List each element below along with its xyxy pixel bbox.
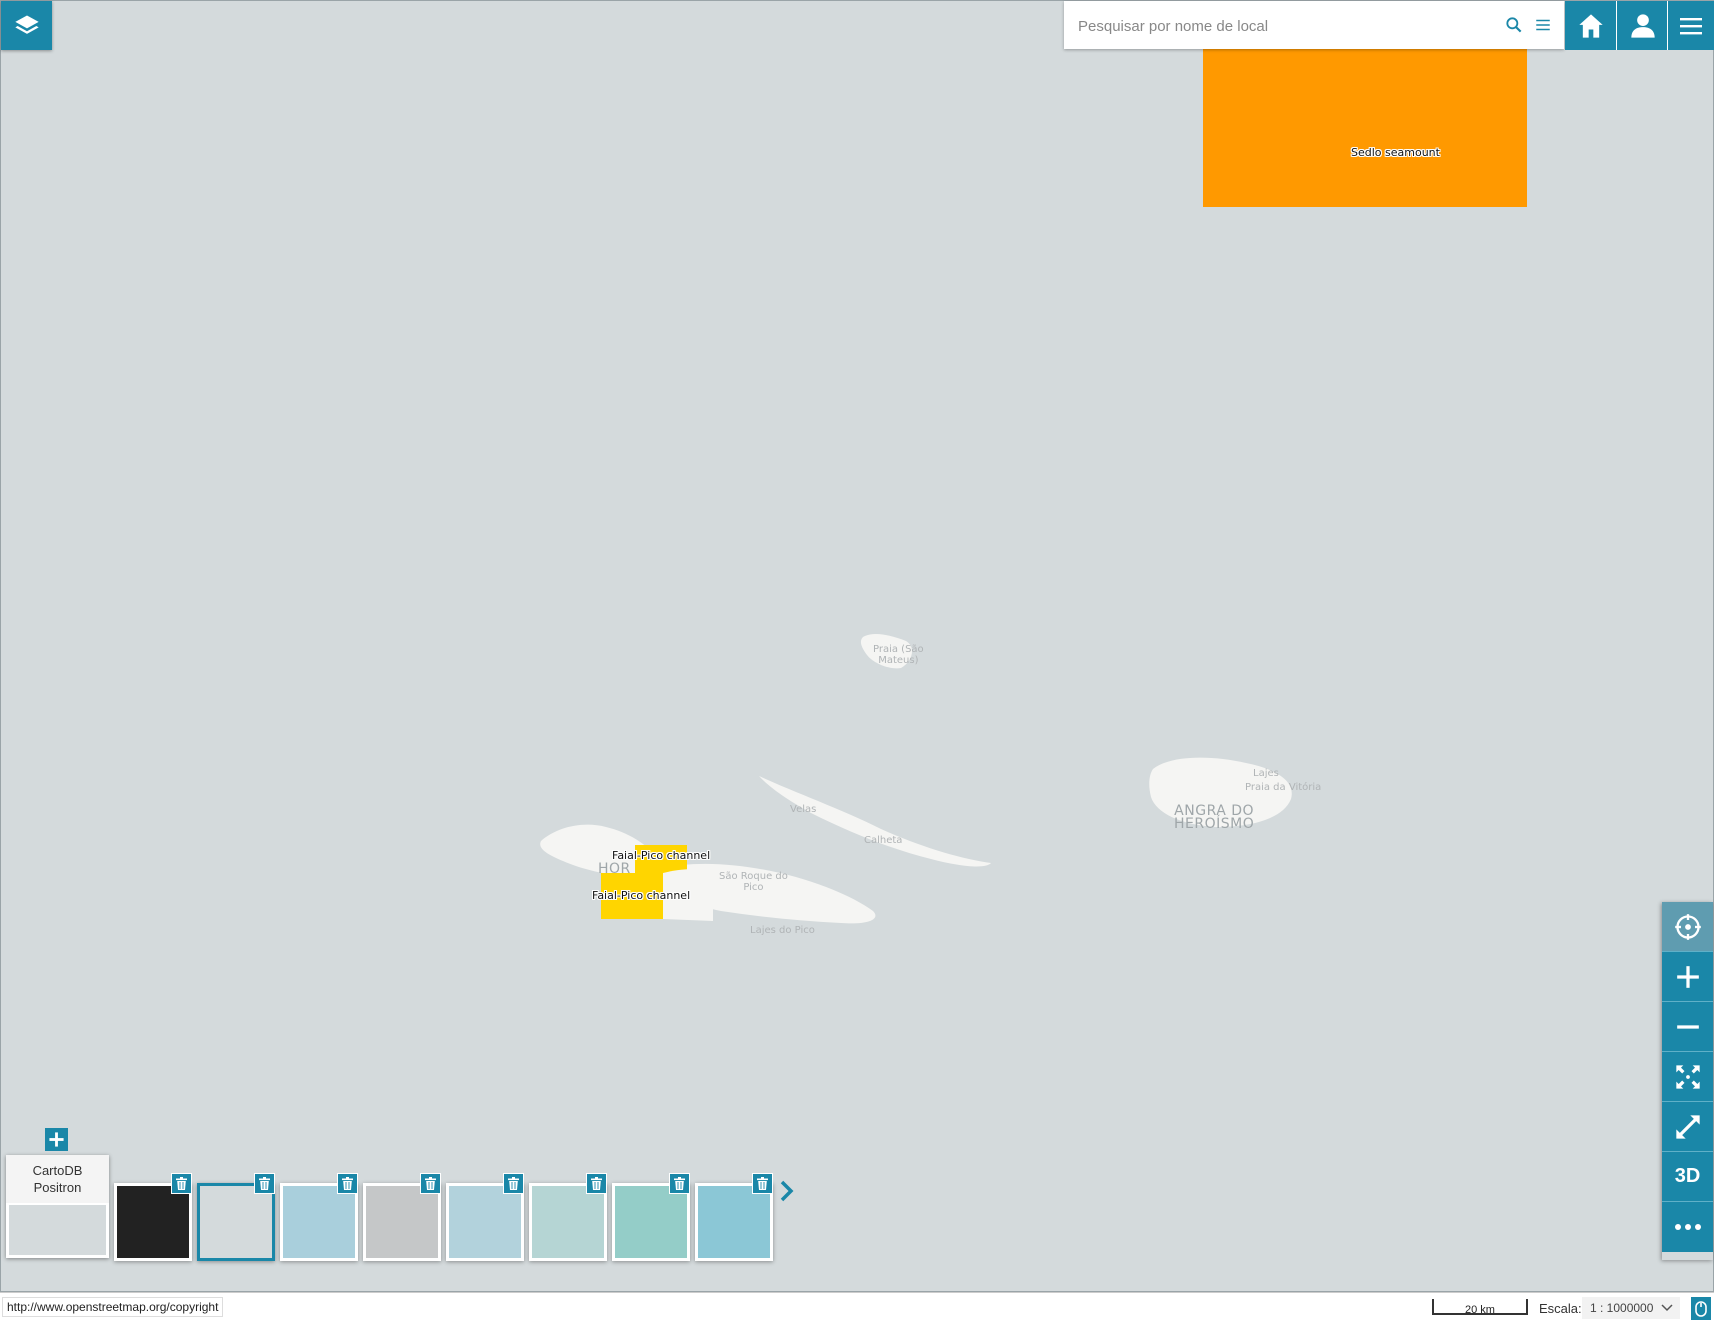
attribution-link[interactable]: http://www.openstreetmap.org/copyright [2, 1297, 224, 1317]
layers-button[interactable] [1, 1, 52, 50]
delete-background-button[interactable] [420, 1173, 441, 1194]
delete-background-button[interactable] [503, 1173, 524, 1194]
background-thumbnail[interactable] [197, 1183, 275, 1261]
scale-bar: 20 km [1432, 1299, 1528, 1316]
scale-select[interactable]: 1 : 1000000 [1582, 1297, 1680, 1319]
plus-icon [49, 1132, 64, 1147]
3d-label: 3D [1674, 1165, 1701, 1187]
trash-icon [425, 1177, 436, 1190]
search-input[interactable] [1076, 13, 1480, 39]
place-label-lajes: Lajes [1253, 768, 1279, 779]
delete-background-button[interactable] [171, 1173, 192, 1194]
area-label-faial-pico-channel-2: Faial-Pico channel [592, 889, 691, 902]
more-icon [1674, 1224, 1701, 1230]
plus-icon [1676, 965, 1699, 988]
place-label-angra-do-heroismo: ANGRA DO HEROÍSMO [1174, 803, 1255, 832]
user-icon [1630, 13, 1655, 38]
background-thumbnail[interactable] [280, 1183, 358, 1261]
3d-button[interactable]: 3D [1662, 1152, 1713, 1202]
trash-icon [757, 1177, 768, 1190]
home-button[interactable] [1565, 1, 1616, 50]
delete-background-button[interactable] [752, 1173, 773, 1194]
locate-button[interactable] [1662, 902, 1713, 952]
mouse-icon [1695, 1300, 1707, 1317]
chevron-down-icon [1661, 1304, 1673, 1312]
delete-background-button[interactable] [586, 1173, 607, 1194]
hamburger-icon [1680, 17, 1702, 34]
map-toolbar: 3D [1662, 902, 1713, 1260]
zoom-to-extent-button[interactable] [1662, 1052, 1713, 1102]
place-label-praia-da-vitoria: Praia da Vitória [1245, 782, 1322, 793]
home-icon [1578, 13, 1603, 38]
zoom-in-button[interactable] [1662, 952, 1713, 1002]
background-thumbnail[interactable] [363, 1183, 441, 1261]
place-label-lajes-do-pico: Lajes do Pico [750, 925, 815, 936]
delete-background-button[interactable] [669, 1173, 690, 1194]
menu-button[interactable] [1667, 1, 1714, 50]
next-backgrounds-button[interactable] [777, 1178, 797, 1204]
background-thumbnail[interactable] [114, 1183, 192, 1261]
search-bar [1064, 1, 1564, 49]
mouse-position-button[interactable] [1691, 1297, 1711, 1320]
expand-icon [1675, 1114, 1700, 1139]
map-canvas[interactable]: Praia (São Mateus) Velas Calheta São Roq… [0, 0, 1714, 1292]
background-thumbnails [0, 1155, 800, 1265]
status-bar: http://www.openstreetmap.org/copyright 2… [0, 1292, 1714, 1325]
zoom-out-button[interactable] [1662, 1002, 1713, 1052]
zoom-extent-icon [1675, 1064, 1700, 1089]
place-label-calheta: Calheta [864, 835, 903, 846]
chevron-right-icon [780, 1180, 794, 1202]
trash-icon [591, 1177, 602, 1190]
layers-icon [14, 15, 39, 34]
scale-value: 1 : 1000000 [1590, 1301, 1654, 1315]
fullscreen-button[interactable] [1662, 1102, 1713, 1152]
background-thumbnail[interactable] [695, 1183, 773, 1261]
minus-icon [1676, 1024, 1699, 1029]
delete-background-button[interactable] [254, 1173, 275, 1194]
scale-label: Escala: [1539, 1301, 1582, 1316]
trash-icon [508, 1177, 519, 1190]
user-button[interactable] [1616, 1, 1668, 50]
area-sedlo-seamount[interactable] [1203, 49, 1527, 207]
crosshair-icon [1674, 913, 1701, 940]
island-sao-jorge-shape [759, 776, 991, 867]
place-label-velas: Velas [790, 804, 817, 815]
add-background-button[interactable] [45, 1128, 68, 1151]
search-options-icon[interactable] [1534, 16, 1552, 34]
delete-background-button[interactable] [337, 1173, 358, 1194]
background-thumbnail[interactable] [446, 1183, 524, 1261]
place-label-sao-roque-do-pico: São Roque do Pico [719, 871, 788, 893]
background-thumbnail[interactable] [529, 1183, 607, 1261]
place-label-praia-sao-mateus: Praia (São Mateus) [873, 644, 924, 666]
area-label-faial-pico-channel-1: Faial-Pico channel [612, 849, 711, 862]
background-thumbnail[interactable] [612, 1183, 690, 1261]
trash-icon [176, 1177, 187, 1190]
search-icon[interactable] [1504, 15, 1524, 35]
area-label-sedlo-seamount: Sedlo seamount [1351, 146, 1440, 159]
more-options-button[interactable] [1662, 1202, 1713, 1252]
trash-icon [674, 1177, 685, 1190]
trash-icon [342, 1177, 353, 1190]
trash-icon [259, 1177, 270, 1190]
